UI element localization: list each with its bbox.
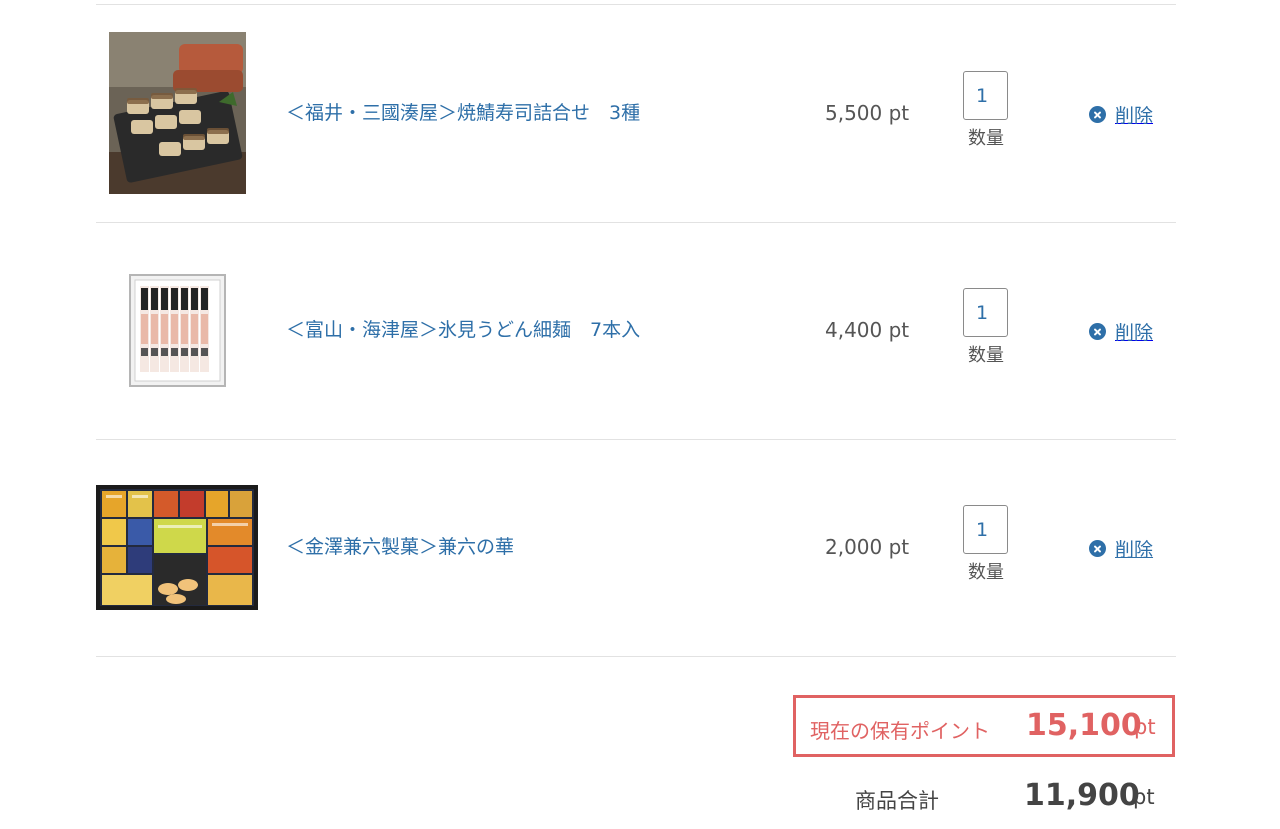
close-circle-icon: [1089, 323, 1106, 340]
cart-item-row: ＜金澤兼六製菓＞兼六の華 2,000 pt 1 数量 削除: [96, 439, 1176, 657]
sushi-photo-icon: [109, 32, 246, 194]
quantity-input[interactable]: 1: [963, 288, 1008, 337]
product-price: 2,000 pt: [825, 535, 910, 559]
product-price: 5,500 pt: [825, 101, 910, 125]
current-points-unit: pt: [1134, 715, 1156, 739]
product-name-link[interactable]: ＜福井・三國湊屋＞焼鯖寿司詰合せ 3種: [286, 101, 640, 125]
product-image-udon[interactable]: [129, 274, 226, 387]
product-price: 4,400 pt: [825, 318, 910, 342]
subtotal-label: 商品合計: [855, 789, 939, 813]
quantity-input[interactable]: 1: [963, 71, 1008, 120]
current-points-label: 現在の保有ポイント: [810, 719, 990, 743]
quantity-input[interactable]: 1: [963, 505, 1008, 554]
delete-button[interactable]: 削除: [1089, 318, 1153, 345]
quantity-label: 数量: [968, 562, 1004, 583]
subtotal-unit: pt: [1133, 785, 1155, 809]
current-points-box: 現在の保有ポイント 15,100 pt: [793, 695, 1175, 757]
cart-item-row: ＜福井・三國湊屋＞焼鯖寿司詰合せ 3種 5,500 pt 1 数量 削除: [96, 5, 1176, 223]
delete-button[interactable]: 削除: [1089, 101, 1153, 128]
cracker-box-photo-icon: [96, 485, 258, 610]
current-points-value: 15,100: [1026, 708, 1142, 743]
udon-box-photo-icon: [129, 274, 226, 387]
product-image-mackerel-sushi[interactable]: [109, 32, 246, 194]
quantity-label: 数量: [968, 345, 1004, 366]
quantity-label: 数量: [968, 128, 1004, 149]
delete-label: 削除: [1115, 539, 1154, 561]
product-name-link[interactable]: ＜富山・海津屋＞氷見うどん細麺 7本入: [286, 318, 640, 342]
close-circle-icon: [1089, 106, 1106, 123]
cart-item-row: ＜富山・海津屋＞氷見うどん細麺 7本入 4,400 pt 1 数量 削除: [96, 222, 1176, 440]
subtotal-value: 11,900: [1024, 778, 1140, 813]
product-image-kenroku[interactable]: [96, 485, 258, 610]
delete-label: 削除: [1115, 322, 1154, 344]
delete-button[interactable]: 削除: [1089, 535, 1153, 562]
delete-label: 削除: [1115, 105, 1154, 127]
close-circle-icon: [1089, 540, 1106, 557]
product-name-link[interactable]: ＜金澤兼六製菓＞兼六の華: [286, 535, 514, 559]
